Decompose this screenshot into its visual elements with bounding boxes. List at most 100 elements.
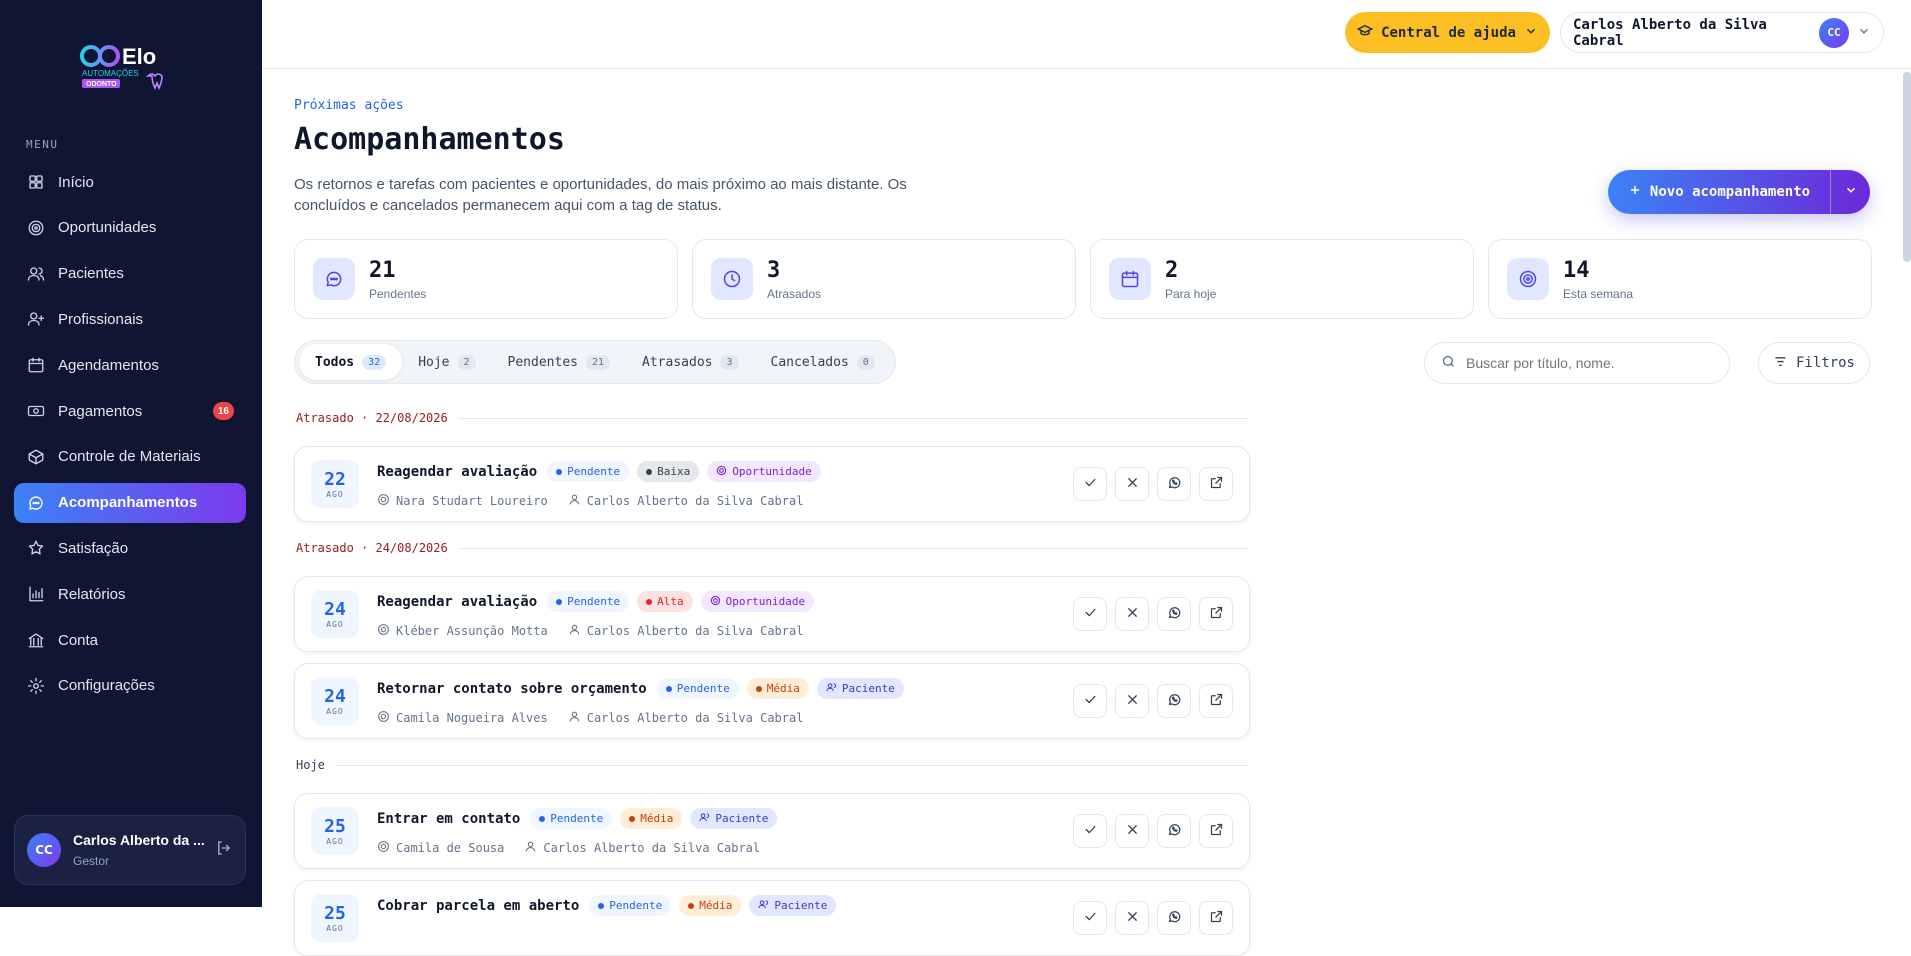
new-follow-up-label: Novo acompanhamento [1649, 184, 1811, 200]
sidebar-item-conta[interactable]: Conta [14, 620, 246, 660]
whatsapp-button[interactable] [1157, 597, 1191, 631]
card-header: Cobrar parcela em aberto Pendente Média Pac… [377, 895, 837, 916]
whatsapp-button[interactable] [1157, 901, 1191, 935]
page-title: Acompanhamentos [294, 122, 565, 157]
sidebar-user-card[interactable]: CC Carlos Alberto da ... Gestor [14, 815, 246, 885]
open-button[interactable] [1199, 467, 1233, 501]
sidebar-item-agendamentos[interactable]: Agendamentos [14, 345, 246, 385]
date-day: 24 [324, 686, 346, 707]
card-actions [1073, 467, 1233, 501]
follow-up-card[interactable]: 24 AGO Reagendar avaliação Pendente Alta Opor… [294, 576, 1250, 652]
date-chip: 25 AGO [311, 894, 359, 942]
dot-icon [629, 815, 636, 822]
card-header: Reagendar avaliação Pendente Baixa Oportuni… [377, 461, 821, 482]
sidebar-item-configuracoes[interactable]: Configurações [14, 666, 246, 706]
whatsapp-button[interactable] [1157, 814, 1191, 848]
whatsapp-icon [1167, 822, 1182, 841]
sidebar-item-pagamentos[interactable]: Pagamentos 16 [14, 391, 246, 431]
filter-icon [1773, 354, 1788, 373]
sidebar-user-name: Carlos Alberto da ... [73, 832, 205, 848]
whatsapp-icon [1167, 692, 1182, 711]
complete-button[interactable] [1073, 901, 1107, 935]
scrollbar[interactable] [1903, 72, 1911, 262]
date-month: AGO [326, 707, 344, 716]
search-box[interactable] [1424, 342, 1730, 384]
new-follow-up-main[interactable]: Novo acompanhamento [1608, 170, 1830, 214]
new-follow-up-dropdown[interactable] [1830, 170, 1870, 214]
tab-cancelados[interactable]: Cancelados 0 [755, 344, 891, 380]
target-icon [377, 840, 390, 856]
sidebar-item-acompanhamentos[interactable]: Acompanhamentos [14, 482, 246, 523]
sidebar-item-label: Agendamentos [58, 356, 159, 374]
tab-hoje[interactable]: Hoje 2 [402, 344, 491, 380]
group-heading-label: Atrasado · 24/08/2026 [296, 541, 448, 555]
date-month: AGO [326, 837, 344, 846]
sidebar-item-inicio[interactable]: Início [14, 162, 246, 202]
sidebar-item-oportunidades[interactable]: Oportunidades [14, 208, 246, 248]
close-icon [1125, 692, 1140, 711]
whatsapp-button[interactable] [1157, 467, 1191, 501]
tab-todos[interactable]: Todos 32 [299, 344, 403, 380]
tab-pendentes[interactable]: Pendentes 21 [492, 344, 627, 380]
sidebar-item-profissionais[interactable]: Profissionais [14, 299, 246, 339]
priority-badge: Baixa [637, 461, 700, 482]
avatar: CC [27, 833, 61, 867]
cancel-button[interactable] [1115, 597, 1149, 631]
card-header: Entrar em contato Pendente Média Paciente [377, 808, 778, 829]
cancel-button[interactable] [1115, 814, 1149, 848]
type-badge: Oportunidade [700, 591, 815, 612]
cancel-button[interactable] [1115, 901, 1149, 935]
open-button[interactable] [1199, 901, 1233, 935]
stat-value: 2 [1165, 257, 1179, 283]
external-link-icon [1209, 909, 1224, 928]
filters-button[interactable]: Filtros [1758, 342, 1870, 384]
search-icon [1441, 354, 1456, 372]
open-button[interactable] [1199, 814, 1233, 848]
sidebar-item-label: Controle de Materiais [58, 448, 201, 466]
type-label: Oportunidade [725, 595, 806, 608]
contact-name: Kléber Assunção Motta [396, 624, 548, 638]
check-icon [1083, 822, 1098, 841]
complete-button[interactable] [1073, 684, 1107, 718]
cancel-button[interactable] [1115, 684, 1149, 718]
user-menu-button[interactable]: Carlos Alberto da Silva Cabral CC [1560, 12, 1884, 53]
follow-up-card[interactable]: 22 AGO Reagendar avaliação Pendente Baixa Opo… [294, 446, 1250, 522]
follow-up-card[interactable]: 24 AGO Retornar contato sobre orçamento Pen… [294, 663, 1250, 739]
help-center-button[interactable]: Central de ajuda [1345, 12, 1550, 53]
check-icon [1083, 605, 1098, 624]
dot-icon [556, 598, 563, 605]
sidebar-item-pacientes[interactable]: Pacientes [14, 254, 246, 294]
tab-label: Pendentes [507, 354, 578, 370]
logout-icon[interactable] [215, 839, 233, 861]
complete-button[interactable] [1073, 467, 1107, 501]
search-input[interactable] [1466, 355, 1713, 371]
grid-icon [26, 172, 46, 192]
stat-label: Atrasados [767, 286, 822, 301]
new-follow-up-button[interactable]: Novo acompanhamento [1608, 170, 1870, 214]
user-icon [568, 710, 581, 726]
tab-atrasados[interactable]: Atrasados 3 [626, 344, 754, 380]
sidebar-item-label: Oportunidades [58, 219, 157, 237]
tab-label: Atrasados [642, 354, 713, 370]
gear-icon [26, 676, 46, 696]
target-icon [377, 710, 390, 726]
complete-button[interactable] [1073, 814, 1107, 848]
help-center-label: Central de ajuda [1381, 24, 1516, 41]
brand-logo[interactable]: Elo AUTOMAÇÕES ODONTO [78, 42, 174, 96]
open-button[interactable] [1199, 597, 1233, 631]
cancel-button[interactable] [1115, 467, 1149, 501]
users-icon [699, 812, 710, 826]
sidebar-item-satisfacao[interactable]: Satisfação [14, 528, 246, 568]
sidebar-item-controle-de-materiais[interactable]: Controle de Materiais [14, 437, 246, 477]
close-icon [1125, 822, 1140, 841]
dot-icon [688, 902, 695, 909]
priority-label: Alta [657, 595, 684, 608]
sidebar-item-relatorios[interactable]: Relatórios [14, 574, 246, 614]
follow-up-card[interactable]: 25 AGO Entrar em contato Pendente Média Pacie… [294, 793, 1250, 869]
open-button[interactable] [1199, 684, 1233, 718]
divider [457, 547, 1248, 549]
follow-up-card[interactable]: 25 AGO Cobrar parcela em aberto Pendente Méd… [294, 880, 1250, 956]
tab-count: 0 [856, 354, 875, 370]
complete-button[interactable] [1073, 597, 1107, 631]
whatsapp-button[interactable] [1157, 684, 1191, 718]
